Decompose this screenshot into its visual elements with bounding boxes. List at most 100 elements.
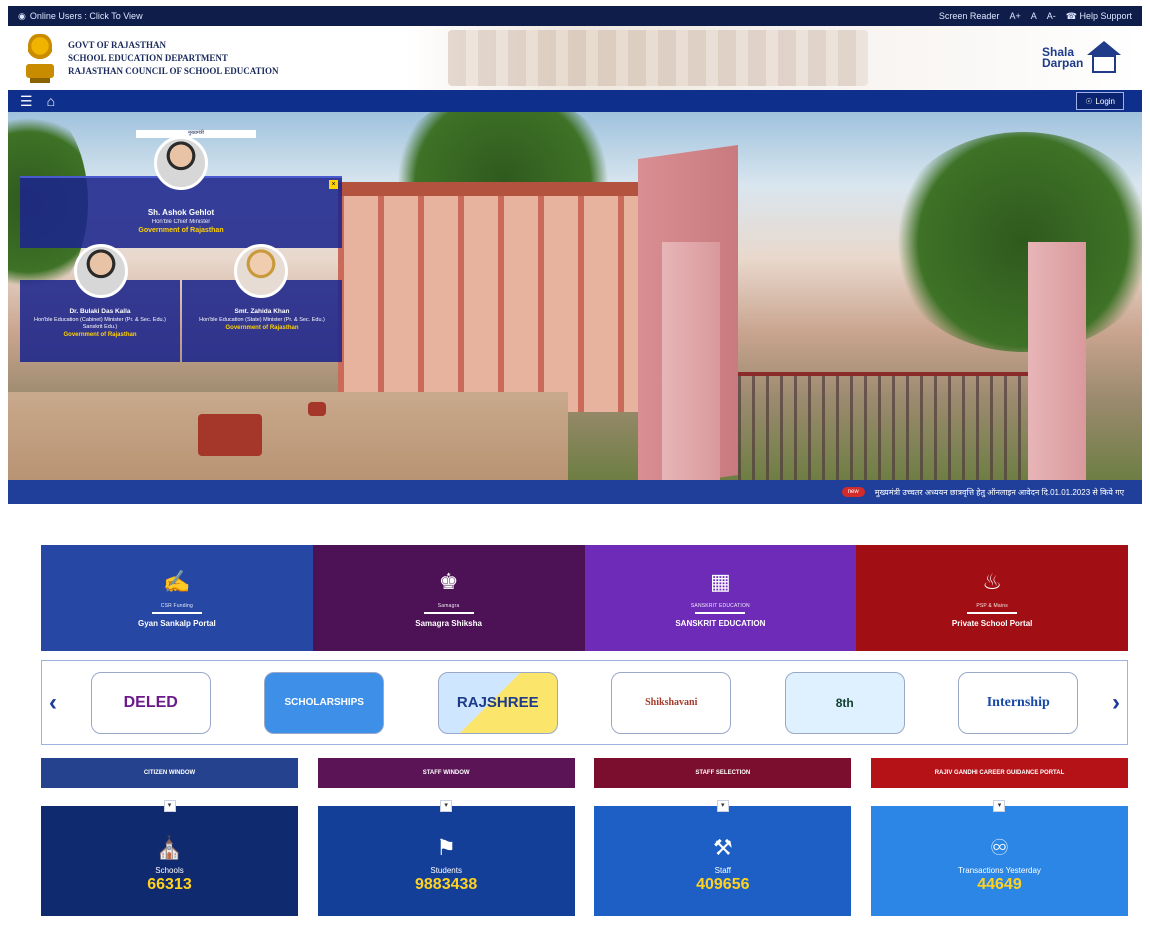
cm-role: Hon'ble Chief Minister xyxy=(151,219,211,225)
divider xyxy=(967,611,1018,614)
carousel-item-label: DELED xyxy=(123,693,178,711)
minister-role: Hon'ble Education (State) Minister (Pr. … xyxy=(199,317,325,323)
handshake-icon: ✍ xyxy=(163,568,191,594)
stat-value: 66313 xyxy=(147,876,192,893)
font-normal-button[interactable]: A xyxy=(1031,11,1037,21)
transactions-icon: ♾ xyxy=(989,835,1010,860)
gate-pillar-image xyxy=(662,242,720,480)
close-icon[interactable]: × xyxy=(329,180,338,189)
tree-image xyxy=(888,132,1142,352)
tile-title: Gyan Sankalp Portal xyxy=(137,618,216,628)
top-strip: ◉ Online Users : Click To View Screen Re… xyxy=(8,6,1142,26)
school-bell-icon: ♨ xyxy=(982,568,1002,594)
gate-pillar-image xyxy=(1028,242,1086,480)
stat-transactions[interactable]: ▾ ♾ Transactions Yesterday 44649 xyxy=(870,800,1128,916)
minister-role: Hon'ble Education (Cabinet) Minister (Pr… xyxy=(34,317,166,330)
minister-name: Smt. Zahida Khan xyxy=(234,308,290,315)
house-logo-icon xyxy=(1087,41,1122,75)
online-users-label: Online Users : Click To View xyxy=(29,11,143,21)
tile-title: Private School Portal xyxy=(951,618,1033,628)
font-increase-button[interactable]: A+ xyxy=(1009,11,1020,21)
pin-icon: ▾ xyxy=(716,800,729,812)
carousel-item-scholarships[interactable]: SCHOLARSHIPS xyxy=(264,671,385,734)
pin-icon: ▾ xyxy=(163,800,176,812)
header: GOVT OF RAJASTHAN SCHOOL EDUCATION DEPAR… xyxy=(8,26,1142,90)
shala-darpan-logo[interactable]: Shala Darpan xyxy=(1042,38,1128,78)
carousel-item-rajshree[interactable]: RAJSHREE xyxy=(437,671,558,734)
tile-subtitle: PSP & Mains xyxy=(976,602,1008,609)
carousel-item-label: Internship xyxy=(986,694,1050,710)
carousel-item-label: SCHOLARSHIPS xyxy=(284,697,364,708)
teacher-icon: ♚ xyxy=(438,568,459,594)
state-emblem-icon xyxy=(22,32,58,84)
carousel-item-shikshavani[interactable]: Shikshavani xyxy=(611,671,732,734)
login-label: Login xyxy=(1095,96,1115,106)
login-button[interactable]: ☉ Login xyxy=(1076,92,1124,110)
divider xyxy=(695,611,746,614)
tile-title: Samagra Shiksha xyxy=(415,618,482,628)
carousel-item-label: 8th xyxy=(835,695,854,710)
tile-sanskrit-education[interactable]: ▦ SANSKRIT EDUCATION SANSKRIT EDUCATION xyxy=(584,545,857,651)
cm-name: Sh. Ashok Gehlot xyxy=(147,208,215,217)
lock-icon: ☉ xyxy=(1085,96,1093,106)
ticker-text[interactable]: मुख्यमंत्री उच्चतर अध्ययन छात्रवृत्ति हे… xyxy=(875,487,1124,498)
portal-tiles: ✍ CSR Funding Gyan Sankalp Portal ♚ Sama… xyxy=(41,545,1128,651)
department-title: GOVT OF RAJASTHAN SCHOOL EDUCATION DEPAR… xyxy=(68,39,279,78)
tile-samagra-shiksha[interactable]: ♚ Samagra Samagra Shiksha xyxy=(312,545,585,651)
new-badge: new xyxy=(841,487,865,497)
menu-icon[interactable]: ☰ xyxy=(20,94,33,108)
nav-bar: ☰ ⌂ ☉ Login xyxy=(8,90,1142,112)
screen-reader-link[interactable]: Screen Reader xyxy=(939,11,1000,21)
logo-text-line2: Darpan xyxy=(1042,56,1084,70)
department-line: SCHOOL EDUCATION DEPARTMENT xyxy=(68,52,228,63)
career-guidance-portal-button[interactable]: RAJIV GANDHI CAREER GUIDANCE PORTAL xyxy=(870,758,1128,788)
stat-value: 409656 xyxy=(696,876,750,893)
carousel-item-deled[interactable]: DELED xyxy=(90,671,211,734)
citizen-window-button[interactable]: CITIZEN WINDOW xyxy=(41,758,298,788)
news-ticker[interactable]: new मुख्यमंत्री उच्चतर अध्ययन छात्रवृत्त… xyxy=(8,480,1142,504)
hero-banner: मुख्यमंत्री × Sh. Ashok Gehlot Hon'ble C… xyxy=(8,112,1142,480)
support-icon: ☎ xyxy=(1065,10,1077,21)
header-building-image xyxy=(448,30,868,86)
users-icon: ◉ xyxy=(18,10,26,21)
minister-avatar xyxy=(234,244,288,298)
minister-govt: Government of Rajasthan xyxy=(63,332,137,338)
school-gate-image xyxy=(738,372,1038,480)
chevron-right-icon[interactable]: › xyxy=(1105,689,1127,717)
page: ◉ Online Users : Click To View Screen Re… xyxy=(0,0,1150,928)
minister-avatar xyxy=(74,244,128,298)
divider xyxy=(151,611,202,614)
cm-avatar xyxy=(154,136,208,190)
windows-buttons-row: CITIZEN WINDOW STAFF WINDOW STAFF SELECT… xyxy=(41,758,1128,788)
stat-label: Students xyxy=(430,866,462,875)
plant-pot-image xyxy=(198,414,262,456)
home-icon[interactable]: ⌂ xyxy=(47,94,55,108)
minister-govt: Government of Rajasthan xyxy=(225,325,299,331)
carousel-item-internship[interactable]: Internship xyxy=(958,671,1079,734)
tile-gyan-sankalp-portal[interactable]: ✍ CSR Funding Gyan Sankalp Portal xyxy=(41,545,313,651)
books-icon: ▦ xyxy=(709,568,731,594)
stat-value: 9883438 xyxy=(415,876,478,893)
links-carousel: ‹ DELED SCHOLARSHIPS RAJSHREE Shikshavan… xyxy=(41,660,1128,745)
help-support-link[interactable]: ☎ Help Support xyxy=(1066,11,1132,22)
stat-value: 44649 xyxy=(977,876,1022,893)
stat-schools[interactable]: ▾ ⛪ Schools 66313 xyxy=(41,800,298,916)
help-support-label: Help Support xyxy=(1079,10,1132,21)
cm-top-label: मुख्यमंत्री xyxy=(136,130,256,138)
tile-subtitle: CSR Funding xyxy=(160,602,193,609)
carousel-item-8th-board[interactable]: 8th xyxy=(784,671,905,734)
font-decrease-button[interactable]: A- xyxy=(1047,11,1056,21)
tile-private-school-portal[interactable]: ♨ PSP & Mains Private School Portal xyxy=(856,545,1128,651)
stat-staff[interactable]: ▾ ⚒ Staff 409656 xyxy=(594,800,852,916)
stat-label: Transactions Yesterday xyxy=(958,866,1041,875)
staff-icon: ⚒ xyxy=(712,835,733,860)
staff-selection-button[interactable]: STAFF SELECTION xyxy=(594,758,852,788)
students-icon: ⚑ xyxy=(436,835,457,860)
tile-title: SANSKRIT EDUCATION xyxy=(675,618,766,628)
chevron-left-icon[interactable]: ‹ xyxy=(42,689,64,717)
pin-icon: ▾ xyxy=(993,800,1006,812)
online-users-link[interactable]: ◉ Online Users : Click To View xyxy=(18,11,143,22)
stat-students[interactable]: ▾ ⚑ Students 9883438 xyxy=(317,800,575,916)
staff-window-button[interactable]: STAFF WINDOW xyxy=(317,758,575,788)
council-line: RAJASTHAN COUNCIL OF SCHOOL EDUCATION xyxy=(68,65,279,76)
